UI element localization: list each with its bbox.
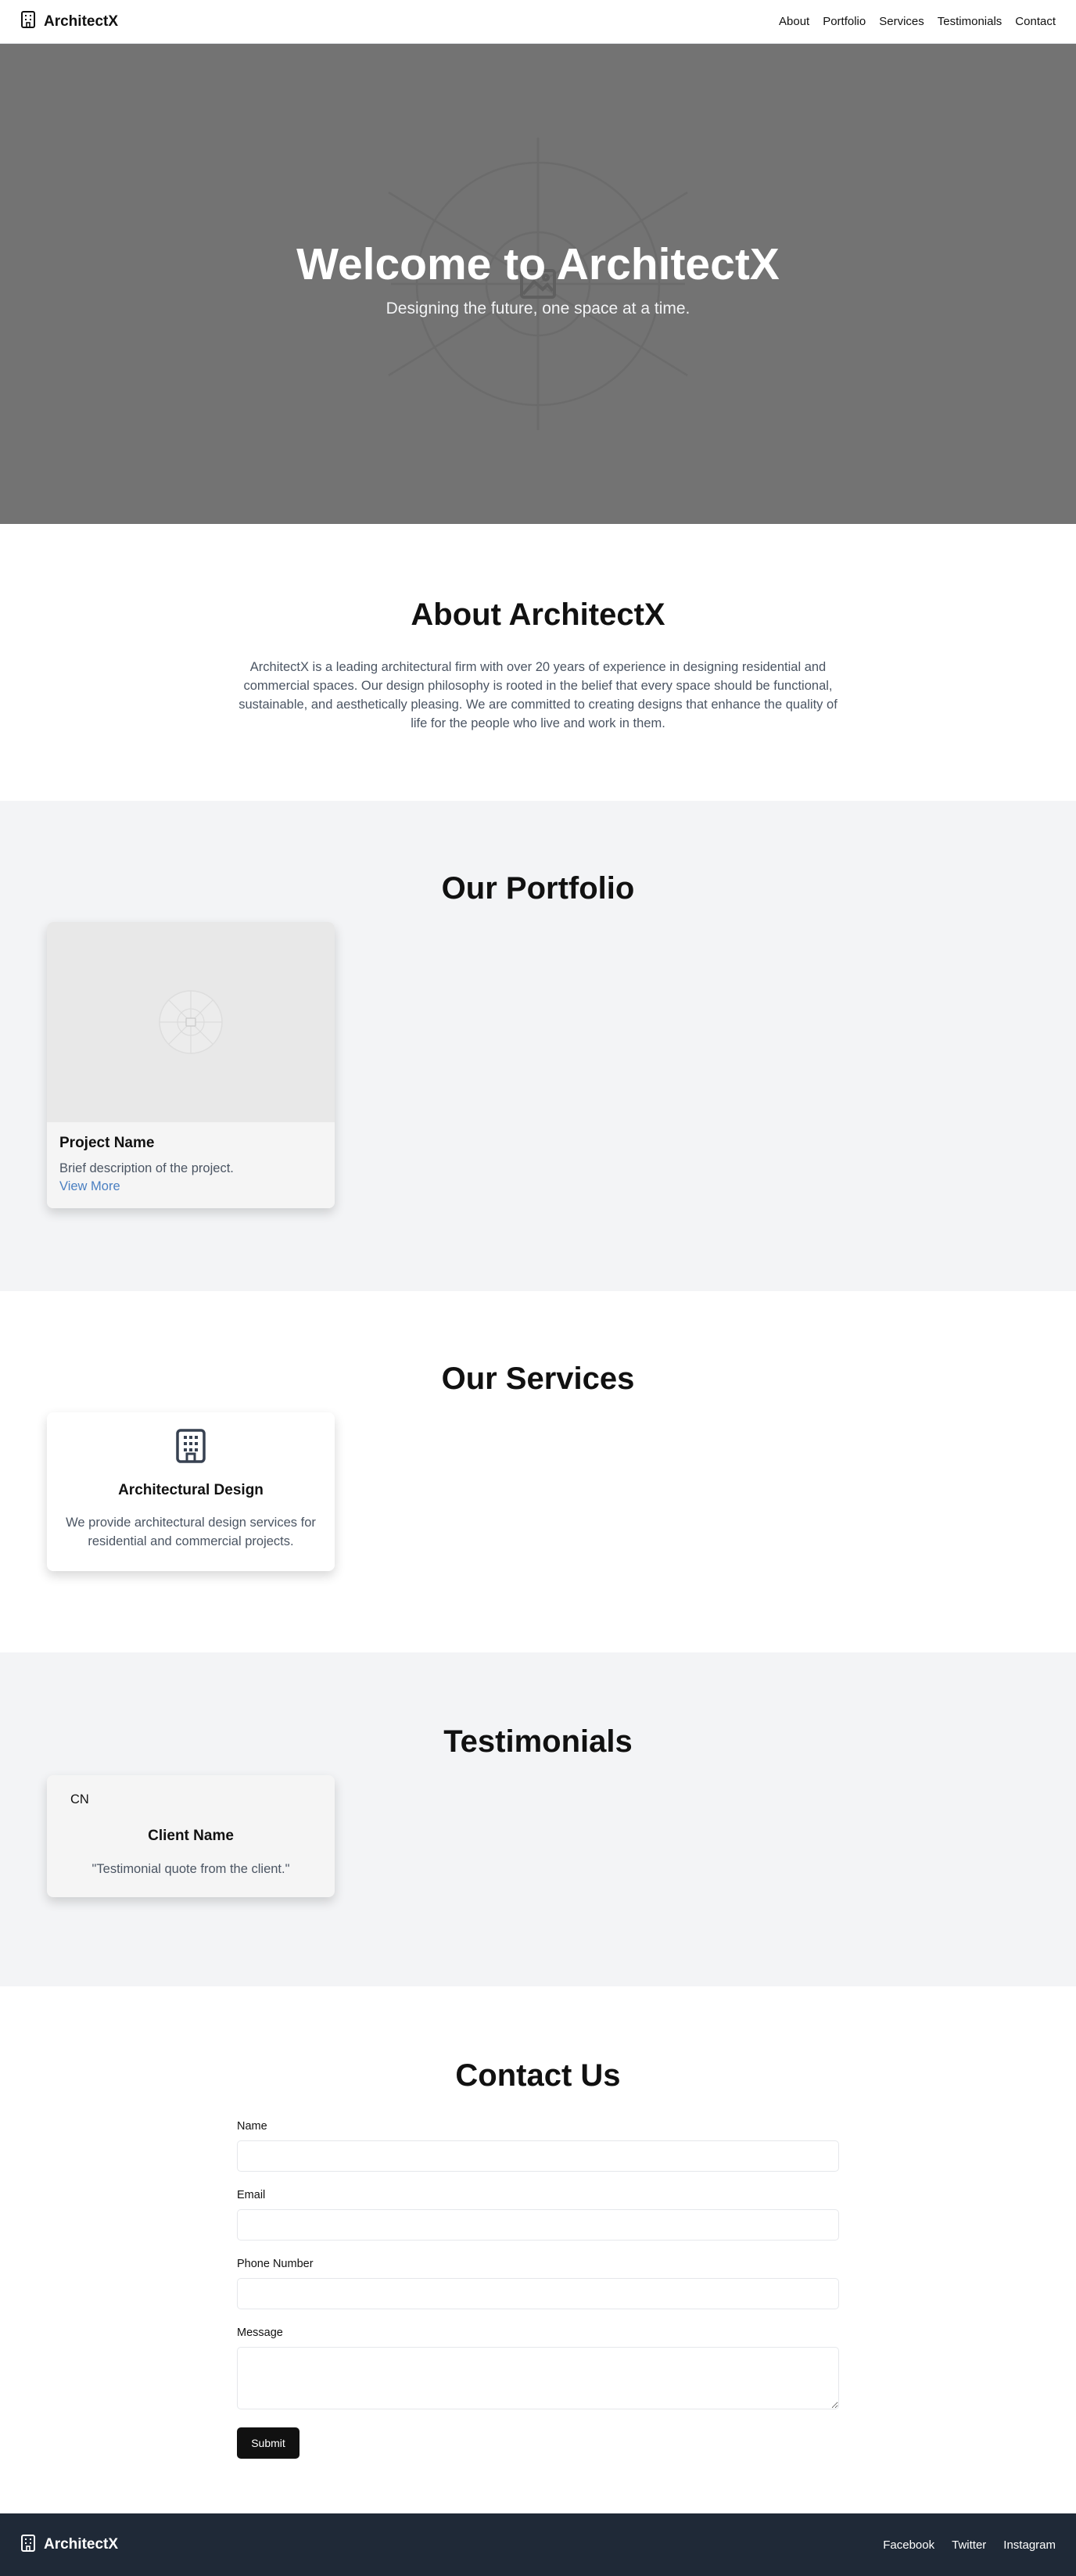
building-icon	[20, 2534, 36, 2556]
client-name: Client Name	[148, 1828, 234, 1844]
name-input[interactable]	[237, 2140, 839, 2172]
hero-section: Welcome to ArchitectX Designing the futu…	[0, 44, 1076, 524]
services-grid: Architectural Design We provide architec…	[45, 1412, 1031, 1571]
portfolio-grid: Project Name Brief description of the pr…	[45, 922, 1031, 1208]
about-section: About ArchitectX ArchitectX is a leading…	[0, 524, 1076, 801]
building-icon	[175, 1429, 206, 1467]
portfolio-card: Project Name Brief description of the pr…	[47, 922, 335, 1208]
twitter-link[interactable]: Twitter	[952, 2538, 986, 2552]
name-field-group: Name	[237, 2120, 839, 2172]
footer-brand-name: ArchitectX	[44, 2536, 119, 2553]
instagram-link[interactable]: Instagram	[1003, 2538, 1056, 2552]
email-input[interactable]	[237, 2209, 839, 2241]
contact-heading: Contact Us	[455, 2058, 621, 2093]
avatar: CN	[70, 1792, 89, 1806]
image-placeholder-icon	[159, 990, 223, 1054]
testimonial-quote: "Testimonial quote from the client."	[91, 1862, 290, 1876]
footer-brand[interactable]: ArchitectX	[20, 2534, 118, 2556]
brand-name: ArchitectX	[44, 13, 119, 30]
social-links: Facebook Twitter Instagram	[883, 2538, 1056, 2552]
hero-subtitle: Designing the future, one space at a tim…	[386, 300, 690, 318]
message-textarea[interactable]	[237, 2347, 839, 2409]
service-card: Architectural Design We provide architec…	[47, 1412, 335, 1571]
site-footer: ArchitectX Facebook Twitter Instagram	[0, 2513, 1076, 2576]
services-section: Our Services Architectural Design We pro…	[0, 1291, 1076, 1652]
card-body: Project Name Brief description of the pr…	[47, 1122, 335, 1208]
testimonials-section: Testimonials CN Client Name "Testimonial…	[0, 1652, 1076, 1986]
brand[interactable]: ArchitectX	[20, 10, 118, 33]
phone-input[interactable]	[237, 2278, 839, 2309]
testimonials-grid: CN Client Name "Testimonial quote from t…	[45, 1775, 1031, 1897]
building-icon	[20, 10, 36, 33]
nav-link-portfolio[interactable]: Portfolio	[823, 15, 866, 28]
project-title: Project Name	[59, 1135, 155, 1151]
testimonials-heading: Testimonials	[443, 1724, 633, 1759]
about-heading: About ArchitectX	[411, 597, 665, 632]
site-header: ArchitectX About Portfolio Services Test…	[0, 0, 1076, 44]
phone-label: Phone Number	[237, 2258, 314, 2270]
service-title: Architectural Design	[118, 1482, 264, 1498]
phone-field-group: Phone Number	[237, 2258, 839, 2309]
service-description: We provide architectural design services…	[66, 1516, 316, 1548]
nav-link-testimonials[interactable]: Testimonials	[938, 15, 1002, 28]
nav-link-about[interactable]: About	[779, 15, 809, 28]
view-more-link[interactable]: View More	[59, 1179, 322, 1194]
submit-button[interactable]: Submit	[237, 2427, 299, 2459]
contact-section: Contact Us Name Email Phone Number Messa…	[0, 1986, 1076, 2513]
main-nav: About Portfolio Services Testimonials Co…	[779, 15, 1056, 28]
email-label: Email	[237, 2189, 266, 2201]
nav-link-contact[interactable]: Contact	[1015, 15, 1056, 28]
contact-form: Name Email Phone Number Message Submit	[237, 2120, 839, 2459]
message-label: Message	[237, 2327, 283, 2339]
about-body: ArchitectX is a leading architectural fi…	[239, 660, 837, 730]
message-field-group: Message	[237, 2327, 839, 2413]
project-image	[47, 922, 335, 1122]
nav-link-services[interactable]: Services	[879, 15, 924, 28]
email-field-group: Email	[237, 2189, 839, 2241]
hero-title: Welcome to ArchitectX	[296, 239, 780, 289]
name-label: Name	[237, 2120, 267, 2133]
services-heading: Our Services	[441, 1362, 635, 1396]
project-description: Brief description of the project.	[59, 1161, 234, 1175]
testimonial-card: CN Client Name "Testimonial quote from t…	[47, 1775, 335, 1897]
portfolio-heading: Our Portfolio	[441, 871, 635, 906]
facebook-link[interactable]: Facebook	[883, 2538, 934, 2552]
portfolio-section: Our Portfolio Project Name Brief descrip…	[0, 801, 1076, 1291]
